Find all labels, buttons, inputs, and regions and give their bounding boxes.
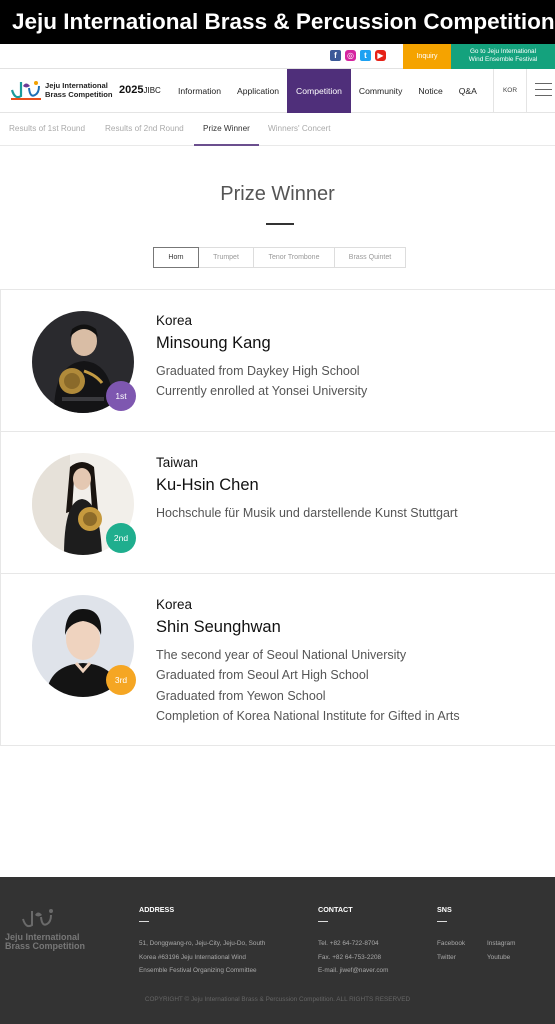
winner-name: Minsoung Kang [156,334,271,352]
footer-youtube-link[interactable]: Youtube [487,951,515,965]
detail-line: Graduated from Seoul Art High School [156,668,369,683]
address-heading: ADDRESS [139,905,175,914]
tab-trumpet[interactable]: Trumpet [198,247,254,268]
menu-information[interactable]: Information [170,69,229,113]
inquiry-button[interactable]: Inquiry [403,44,451,69]
site-logo[interactable]: Jeju International Brass Competition [9,78,113,104]
sns-links-col2: Instagram Youtube [487,937,515,964]
contact-line: Fax. +82 64-753-2208 [318,953,382,961]
page-title: Prize Winner [220,183,335,205]
detail-line: Currently enrolled at Yonsei University [156,384,368,399]
detail-line: Completion of Korea National Institute f… [156,709,460,724]
festival-link-button[interactable]: Go to Jeju International Wind Ensemble F… [451,44,555,69]
title-divider [266,223,294,225]
footer-logo: Jeju International Brass Competition [5,905,85,951]
language-selector[interactable]: KOR [493,69,527,113]
address-line: Korea #63196 Jeju International Wind [139,953,246,961]
detail-line: Graduated from Yewon School [156,688,326,703]
instrument-tabs: Horn Trumpet Tenor Trombone Brass Quinte… [153,247,406,268]
instagram-icon[interactable]: ◎ [345,50,356,61]
winner-card: 2nd Taiwan Ku-Hsin Chen Hochschule für M… [0,431,555,574]
subnav-winners-concert[interactable]: Winners' Concert [268,113,331,146]
festival-link-line1: Go to Jeju International [469,48,537,55]
menu-notice[interactable]: Notice [410,69,450,113]
year-label: 2025JIBC [119,84,161,96]
subnav-results-1st[interactable]: Results of 1st Round [9,113,85,146]
detail-line: Graduated from Daykey High School [156,364,360,378]
youtube-icon[interactable]: ▶ [375,50,386,61]
address-text: 51, Donggwang-ro, Jeju-City, Jeju-Do, So… [139,937,265,978]
address-line: 51, Donggwang-ro, Jeju-City, Jeju-Do, So… [139,940,266,947]
footer-logo-line2: Brass Competition [5,941,86,951]
site-banner: Jeju International Brass & Percussion Co… [0,0,555,44]
winner-country: Korea [156,597,193,612]
main-navbar: Jeju International Brass Competition 202… [0,69,555,113]
winner-name: Shin Seunghwan [156,618,281,636]
hamburger-menu-icon[interactable] [535,83,552,97]
main-menu: Information Application Competition Comm… [170,69,485,113]
sns-links: f ◎ t ▶ [330,50,386,61]
menu-application[interactable]: Application [229,69,287,113]
logo-line2: Brass Competition [45,89,113,99]
address-divider [139,921,149,922]
contact-line: Tel. +82 64-722-8704 [318,940,379,947]
sns-heading: SNS [437,905,452,914]
year-number: 2025 [119,84,144,96]
detail-line: The second year of Seoul National Univer… [156,648,407,662]
menu-qna[interactable]: Q&A [451,69,485,113]
jeju-logo-icon [10,81,41,100]
logo-text: Jeju International Brass Competition [45,81,113,99]
facebook-icon[interactable]: f [330,50,341,61]
winner-details: Graduated from Daykey High School Curren… [156,361,367,402]
year-suffix: JIBC [143,86,161,95]
footer-facebook-link[interactable]: Facebook [437,937,465,951]
menu-competition[interactable]: Competition [287,69,351,113]
banner-title: Jeju International Brass & Percussion Co… [12,9,555,34]
footer-instagram-link[interactable]: Instagram [487,937,515,951]
rank-badge: 2nd [106,523,136,553]
winner-country: Taiwan [156,455,199,470]
sns-divider [437,921,447,922]
top-utility-bar: f ◎ t ▶ Inquiry Go to Jeju International… [0,44,555,69]
winner-country: Korea [156,313,193,328]
contact-heading: CONTACT [318,905,353,914]
tab-horn[interactable]: Horn [153,247,199,268]
winner-name: Ku-Hsin Chen [156,476,259,494]
contact-text: Tel. +82 64-722-8704 Fax. +82 64-753-220… [318,937,388,978]
sub-navigation: Results of 1st Round Results of 2nd Roun… [0,113,555,146]
copyright-text: COPYRIGHT © Jeju International Brass & P… [144,996,411,1003]
contact-line[interactable]: E-mail. jiwef@naver.com [318,964,388,978]
address-line: Ensemble Festival Organizing Committee [139,967,257,974]
twitter-icon[interactable]: t [360,50,371,61]
sns-links-col1: Facebook Twitter [437,937,465,964]
winner-details: Hochschule für Musik und darstellende Ku… [156,503,458,523]
footer-logo-mark-icon [22,909,53,928]
inquiry-label: Inquiry [416,53,438,60]
rank-badge: 3rd [106,665,136,695]
winner-card: 1st Korea Minsoung Kang Graduated from D… [0,289,555,432]
festival-link-line2: Wind Ensemble Festival [468,56,538,63]
subnav-results-2nd[interactable]: Results of 2nd Round [105,113,184,146]
winner-card: 3rd Korea Shin Seunghwan The second year… [0,573,555,746]
winner-details: The second year of Seoul National Univer… [156,645,460,727]
tab-brass-quintet[interactable]: Brass Quintet [334,247,406,268]
subnav-prize-winner[interactable]: Prize Winner [194,113,259,146]
winner-list: 1st Korea Minsoung Kang Graduated from D… [0,289,555,746]
menu-community[interactable]: Community [351,69,410,113]
footer-logo-text: Jeju International Brass Competition [5,933,85,951]
rank-badge: 1st [106,381,136,411]
tab-tenor-trombone[interactable]: Tenor Trombone [253,247,335,268]
footer-twitter-link[interactable]: Twitter [437,951,465,965]
detail-line: Hochschule für Musik und darstellende Ku… [156,506,458,520]
contact-divider [318,921,328,922]
